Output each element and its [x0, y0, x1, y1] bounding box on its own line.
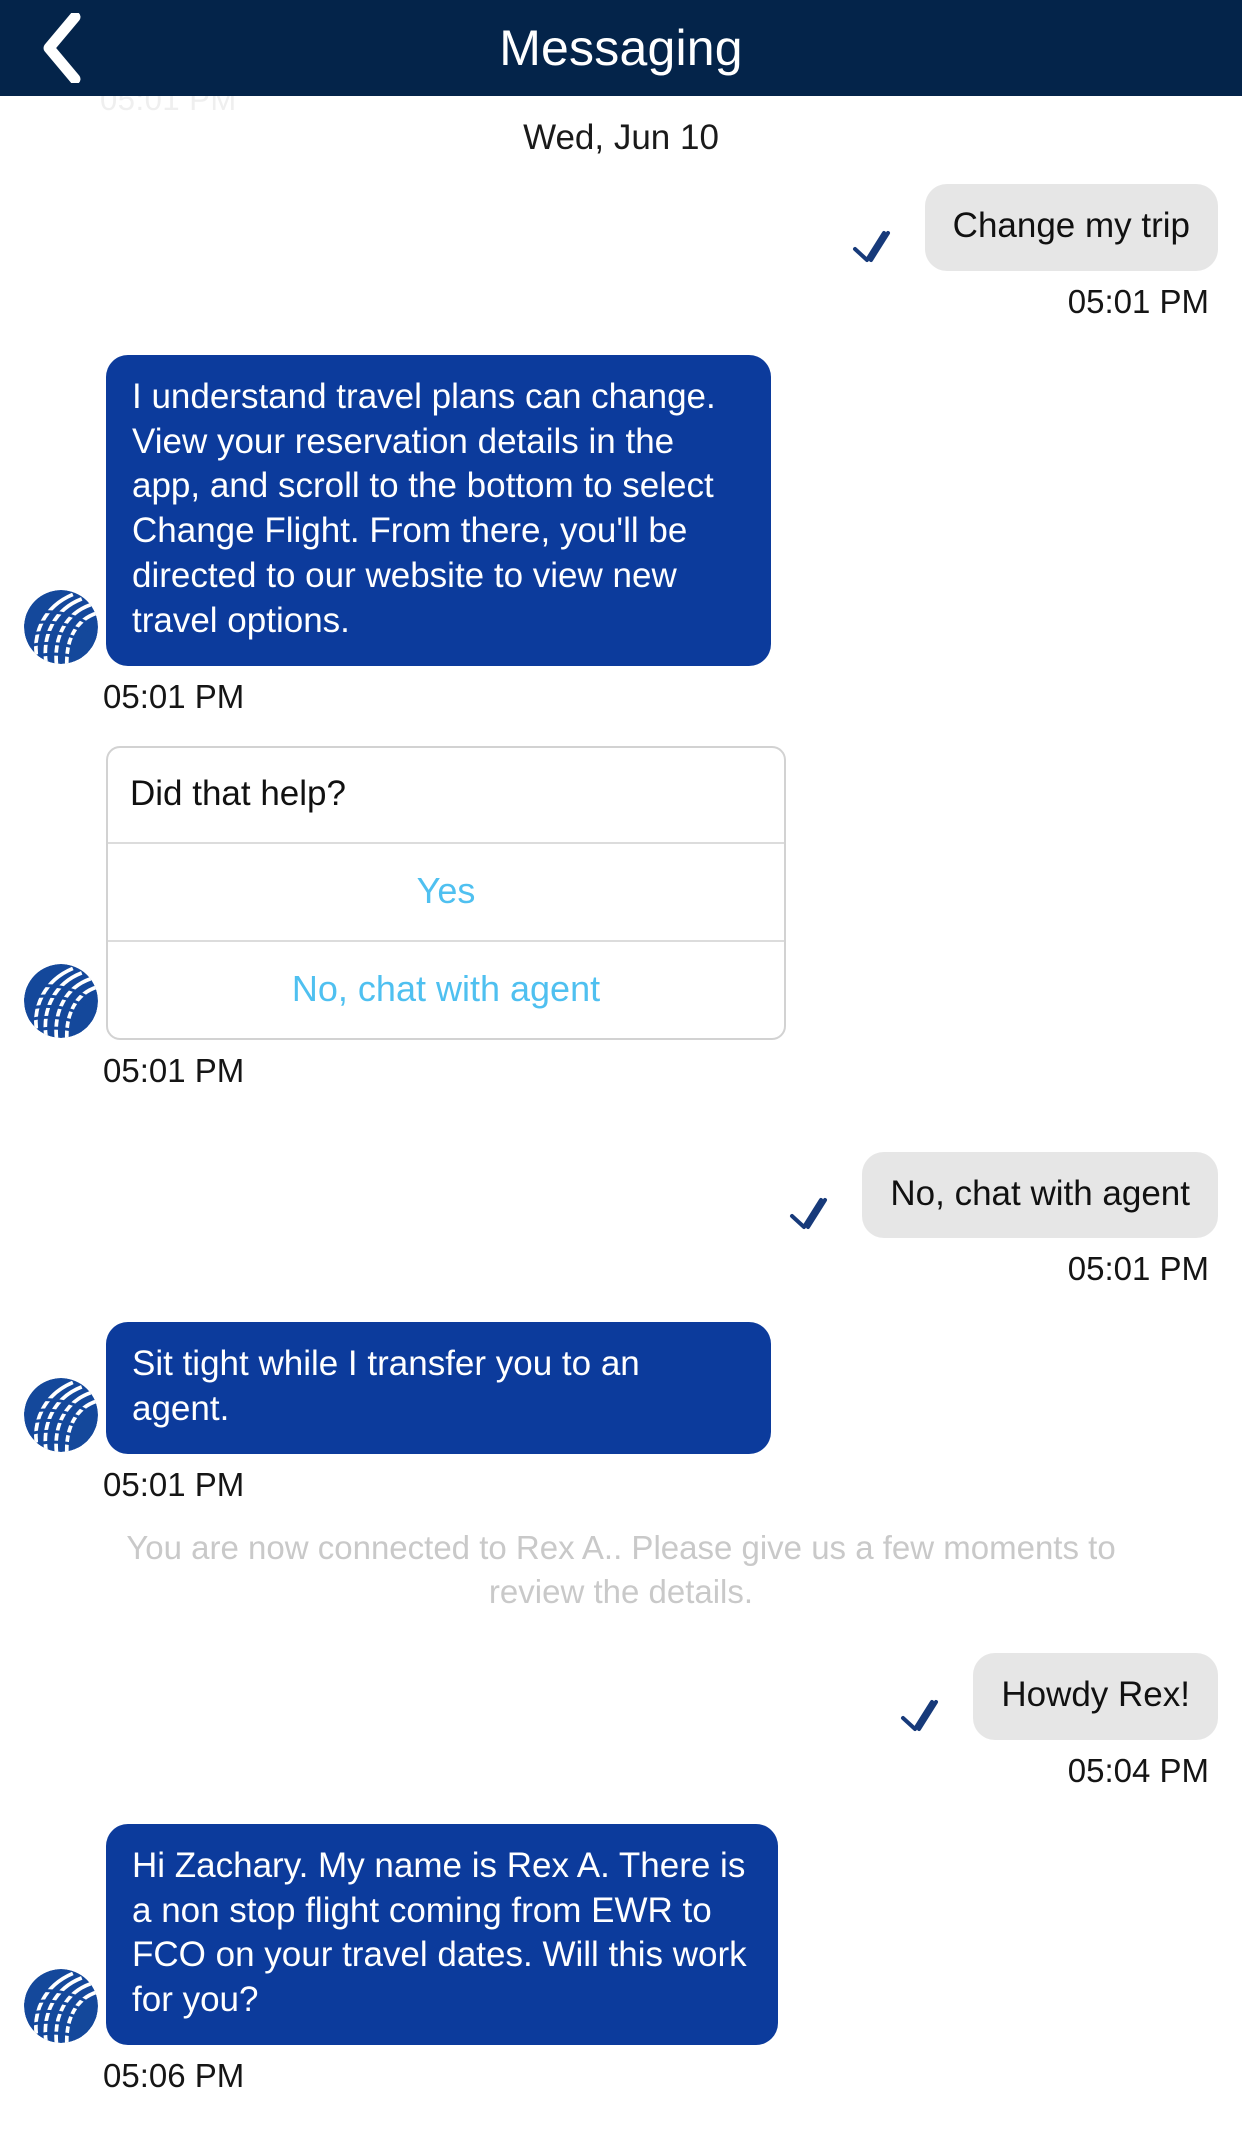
quick-reply-prompt: Did that help?: [108, 748, 784, 844]
united-globe-logo-icon: [24, 963, 98, 1038]
system-notice: You are now connected to Rex A.. Please …: [126, 1528, 1116, 1610]
message-row-outgoing: Change my trip: [0, 184, 1242, 271]
message-timestamp: 05:01 PM: [103, 1051, 245, 1089]
quick-reply-row: Did that help? Yes No, chat with agent: [0, 745, 1242, 1040]
message-timestamp: 05:01 PM: [1067, 282, 1209, 320]
message-bubble[interactable]: I understand travel plans can change. Vi…: [106, 354, 771, 666]
clipped-timestamp: 05:01 PM: [100, 96, 237, 117]
conversation-thread[interactable]: 05:01 PM Wed, Jun 10 Change my trip 05:0…: [0, 96, 1242, 2147]
message-bubble[interactable]: Hi Zachary. My name is Rex A. There is a…: [106, 1823, 778, 2046]
double-check-icon: [899, 1698, 951, 1734]
message-timestamp: 05:04 PM: [1067, 1751, 1209, 1789]
message-bubble[interactable]: Howdy Rex!: [973, 1653, 1218, 1740]
back-button[interactable]: [26, 8, 96, 88]
message-row-incoming: Sit tight while I transfer you to an age…: [0, 1322, 1242, 1454]
quick-reply-option-yes[interactable]: Yes: [108, 844, 784, 940]
message-timestamp: 05:06 PM: [103, 2057, 245, 2095]
united-globe-logo-icon: [24, 1969, 98, 2044]
double-check-icon: [788, 1196, 840, 1232]
quick-reply-card: Did that help? Yes No, chat with agent: [106, 745, 786, 1040]
message-timestamp: 05:01 PM: [1067, 1250, 1209, 1288]
message-row-incoming: I understand travel plans can change. Vi…: [0, 354, 1242, 666]
message-bubble[interactable]: Change my trip: [924, 184, 1218, 271]
message-timestamp: 05:01 PM: [103, 677, 245, 715]
quick-reply-option-chat-with-agent[interactable]: No, chat with agent: [108, 939, 784, 1038]
message-bubble[interactable]: Sit tight while I transfer you to an age…: [106, 1322, 771, 1454]
message-timestamp: 05:01 PM: [103, 1465, 245, 1503]
page-title: Messaging: [499, 20, 743, 76]
messaging-screen: Messaging 05:01 PM Wed, Jun 10 Change my…: [0, 0, 1242, 2147]
message-row-outgoing: No, chat with agent: [0, 1151, 1242, 1239]
chevron-left-icon: [39, 13, 83, 83]
message-row-outgoing: Howdy Rex!: [0, 1653, 1242, 1740]
message-row-incoming: Hi Zachary. My name is Rex A. There is a…: [0, 1823, 1242, 2046]
united-globe-logo-icon: [24, 589, 98, 664]
double-check-icon: [851, 229, 903, 265]
app-header: Messaging: [0, 0, 1242, 96]
message-bubble[interactable]: No, chat with agent: [862, 1151, 1218, 1239]
united-globe-logo-icon: [24, 1377, 98, 1452]
